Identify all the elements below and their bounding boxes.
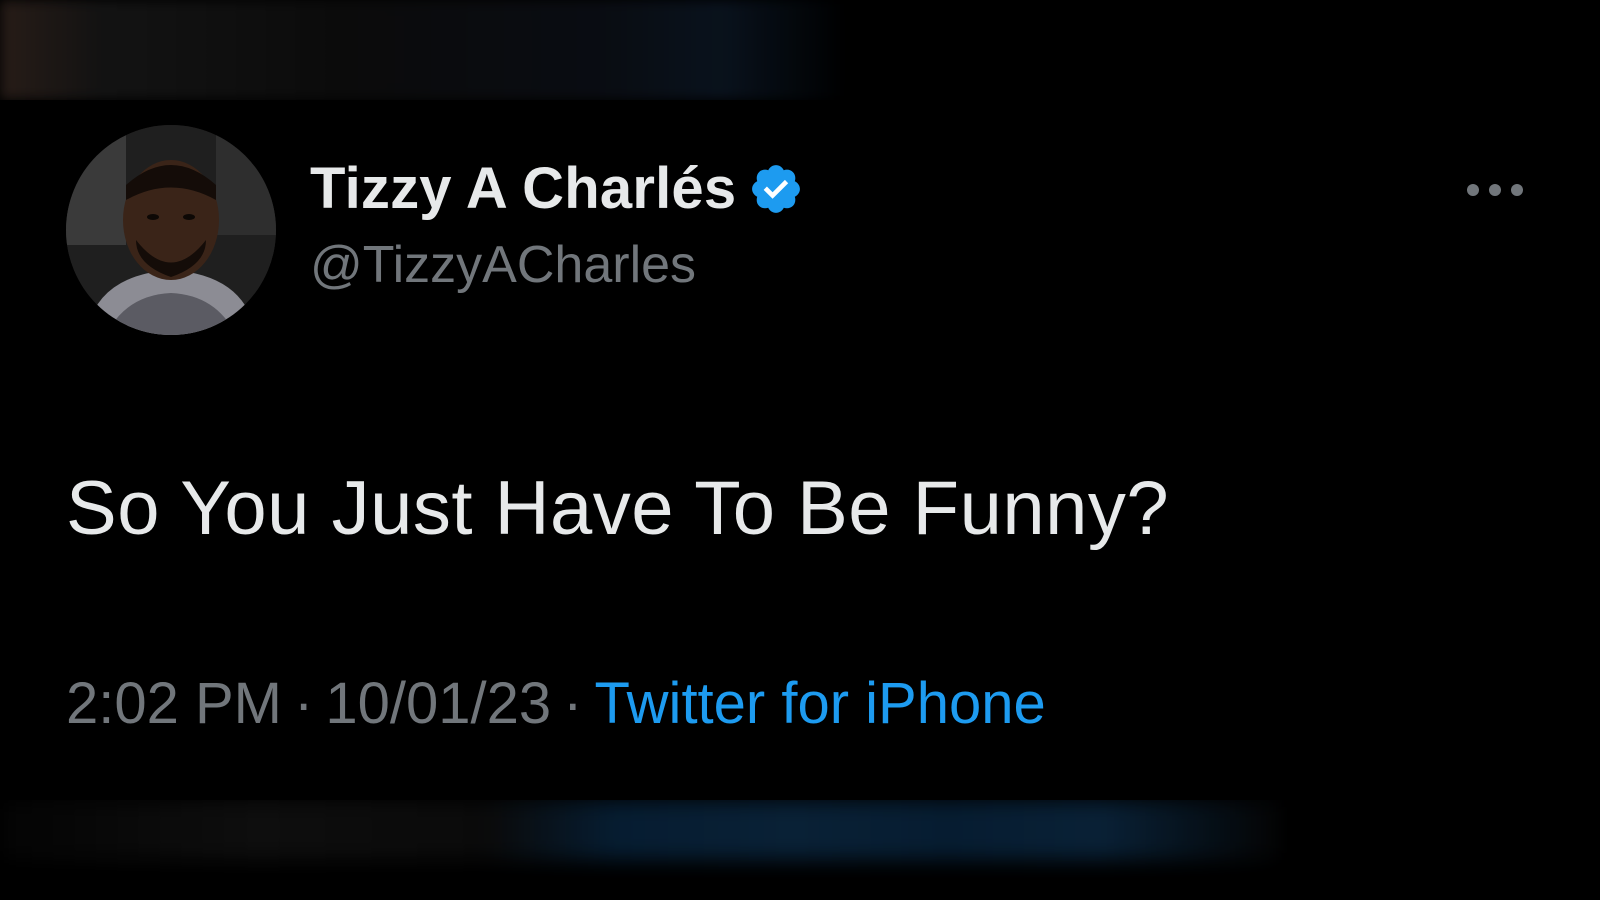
avatar[interactable] (66, 125, 276, 335)
tweet-card: Tizzy A Charlés @TizzyACharles So You Ju… (0, 100, 1600, 800)
more-options-icon[interactable] (1465, 178, 1525, 202)
tweet-text: So You Just Have To Be Funny? (66, 466, 1170, 551)
background-blur-bottom (0, 800, 1280, 860)
background-blur-top (0, 0, 850, 100)
user-handle[interactable]: @TizzyACharles (310, 235, 696, 295)
meta-separator: · (563, 671, 583, 736)
avatar-image (66, 125, 276, 335)
tweet-time[interactable]: 2:02 PM (66, 671, 282, 736)
tweet-meta: 2:02 PM · 10/01/23 · Twitter for iPhone (66, 670, 1046, 737)
meta-separator: · (294, 671, 314, 736)
verified-badge-icon (748, 161, 804, 217)
display-name[interactable]: Tizzy A Charlés (310, 155, 736, 222)
tweet-date[interactable]: 10/01/23 (325, 671, 551, 736)
display-name-row: Tizzy A Charlés (310, 155, 804, 222)
tweet-source-link[interactable]: Twitter for iPhone (594, 671, 1045, 736)
